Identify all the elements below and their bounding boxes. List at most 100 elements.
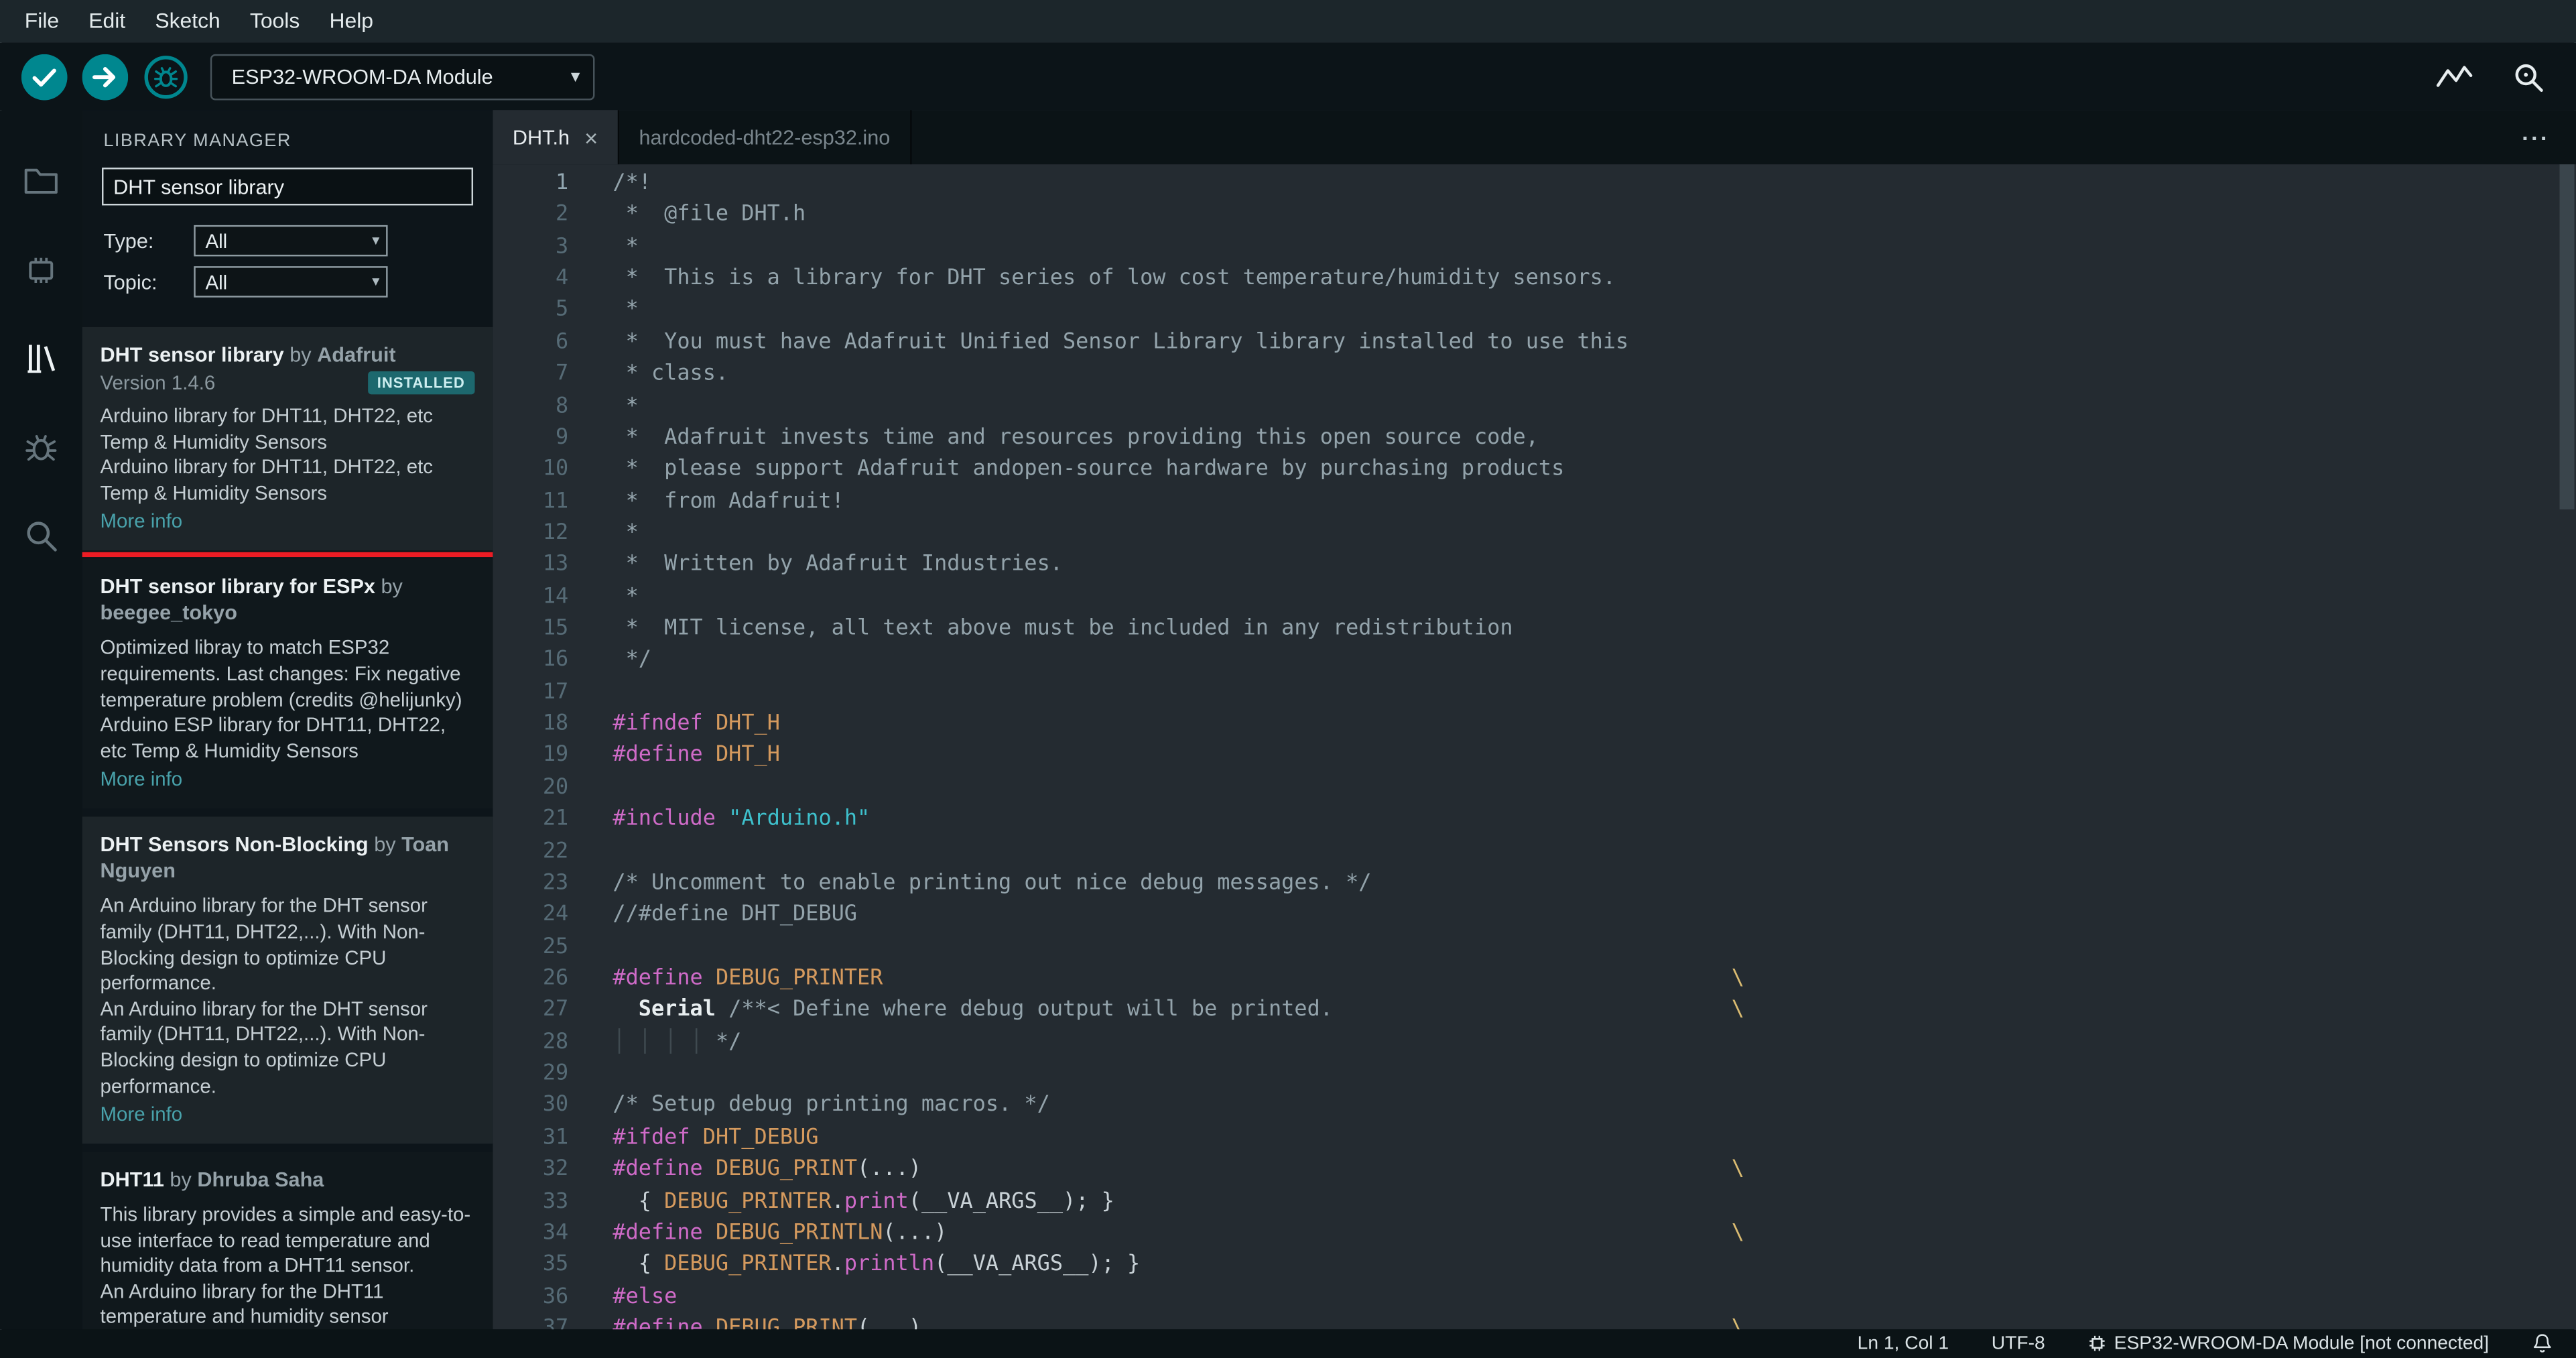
- description-line: An Arduino library for the DHT sensor fa…: [100, 997, 428, 1097]
- chevron-down-icon: ▾: [372, 272, 380, 290]
- library-name: DHT Sensors Non-Blocking: [100, 833, 369, 857]
- code-line: 14 *: [493, 581, 2576, 613]
- topic-select[interactable]: All ▾: [194, 266, 388, 298]
- panel-title: LIBRARY MANAGER: [103, 131, 292, 151]
- more-info-link[interactable]: More info: [101, 1103, 183, 1125]
- line-number: 35: [542, 1252, 569, 1278]
- library-item[interactable]: DHT11 by Dhruba Saha This library provide…: [82, 1152, 493, 1330]
- line-number: 12: [542, 521, 569, 546]
- notifications-bell-button[interactable]: [2532, 1333, 2553, 1355]
- code-line: 35 { DEBUG_PRINTER.println(__VA_ARGS__);…: [493, 1249, 2576, 1281]
- library-description: This library provides a simple and easy-…: [101, 1203, 475, 1330]
- library-search-input[interactable]: [101, 168, 474, 206]
- code-text: *: [613, 393, 639, 418]
- editor-tab[interactable]: DHT.h ×: [493, 110, 620, 165]
- scrollbar-thumb[interactable]: [2559, 164, 2575, 509]
- search-icon: [27, 521, 57, 552]
- sidebar-item-search[interactable]: [0, 491, 82, 580]
- close-icon[interactable]: ×: [584, 126, 598, 149]
- tab-overflow-button[interactable]: ···: [2496, 110, 2576, 164]
- activity-bar: [0, 110, 82, 1330]
- library-filters: Type: All ▾ Topic: All ▾: [103, 225, 473, 308]
- description-line: Optimized libray to match ESP32 requirem…: [100, 636, 462, 711]
- menu-item-sketch[interactable]: Sketch: [140, 0, 235, 43]
- code-text: │ │ │ │ */: [613, 1030, 742, 1055]
- library-item-title: DHT Sensors Non-Blocking by Toan Nguyen: [101, 832, 475, 884]
- app-window: File Edit Sketch Tools Help ESP32-WROOM-…: [0, 0, 2576, 1358]
- library-name: DHT11: [100, 1168, 164, 1192]
- more-info-link[interactable]: More info: [101, 510, 183, 533]
- type-select[interactable]: All ▾: [194, 225, 388, 257]
- library-item-title: DHT sensor library by Adafruit: [101, 342, 475, 368]
- library-item[interactable]: DHT Sensors Non-Blocking by Toan Nguyen A…: [82, 817, 493, 1144]
- description-line: Arduino ESP library for DHT11, DHT22, et…: [100, 713, 446, 762]
- line-number: 23: [542, 871, 569, 896]
- code-line: 34 #define DEBUG_PRINTLN(...) \: [493, 1217, 2576, 1249]
- more-info-link[interactable]: More info: [101, 768, 183, 791]
- code-line: 13 * Written by Adafruit Industries.: [493, 550, 2576, 581]
- editor-tab[interactable]: hardcoded-dht22-esp32.ino: [619, 110, 912, 165]
- line-number: 14: [542, 584, 569, 609]
- board-status[interactable]: ESP32-WROOM-DA Module [not connected]: [2087, 1334, 2489, 1354]
- line-number: 36: [542, 1284, 569, 1309]
- code-line: 4 * This is a library for DHT series of …: [493, 263, 2576, 294]
- menu-item-tools[interactable]: Tools: [235, 0, 315, 43]
- tab-label: DHT.h: [512, 125, 570, 149]
- code-text: /* Uncomment to enable printing out nice…: [613, 871, 1372, 896]
- upload-button[interactable]: [82, 53, 129, 100]
- line-number: 29: [542, 1061, 569, 1087]
- code-text: * Adafruit invests time and resources pr…: [613, 425, 1539, 450]
- sidebar-item-boards-manager[interactable]: [0, 225, 82, 314]
- debug-button[interactable]: [143, 54, 189, 100]
- menu-bar: File Edit Sketch Tools Help: [0, 0, 2576, 43]
- library-item[interactable]: DHT sensor library for ESPx by beegee_to…: [82, 559, 493, 809]
- sidebar-item-library-manager[interactable]: [0, 314, 82, 402]
- menu-item-file[interactable]: File: [10, 0, 74, 43]
- tab-list: DHT.h × hardcoded-dht22-esp32.ino: [493, 110, 912, 165]
- code-line: 10 * please support Adafruit andopen-sou…: [493, 454, 2576, 485]
- chevron-down-icon: ▾: [372, 231, 380, 249]
- verify-button[interactable]: [21, 53, 68, 100]
- cursor-position[interactable]: Ln 1, Col 1: [1858, 1334, 1949, 1353]
- by-label: by: [375, 575, 403, 599]
- code-text: { DEBUG_PRINTER.println(__VA_ARGS__); }: [613, 1252, 1141, 1278]
- line-number: 11: [542, 489, 569, 514]
- plot-line-icon: [2436, 65, 2473, 86]
- menu-item-edit[interactable]: Edit: [74, 0, 140, 43]
- line-number: 30: [542, 1093, 569, 1119]
- serial-monitor-button[interactable]: [2510, 58, 2547, 95]
- code-line: 32 #define DEBUG_PRINT(...) \: [493, 1154, 2576, 1185]
- code-line: 27 Serial /**< Define where debug output…: [493, 995, 2576, 1026]
- chip-icon: [29, 257, 54, 283]
- library-item[interactable]: DHT sensor library by Adafruit Version 1.…: [82, 326, 493, 558]
- installed-badge: INSTALLED: [367, 371, 475, 395]
- code-line: 19 #define DHT_H: [493, 740, 2576, 771]
- code-text: * please support Adafruit andopen-source…: [613, 457, 1565, 482]
- line-number: 27: [542, 997, 569, 1023]
- code-text: *: [613, 584, 639, 609]
- sidebar-item-sketchbook[interactable]: [0, 136, 82, 225]
- topic-label: Topic:: [103, 270, 157, 294]
- code-text: * Written by Adafruit Industries.: [613, 552, 1063, 578]
- status-bar: Ln 1, Col 1 UTF-8 ESP32-WROOM-DA Module …: [0, 1329, 2576, 1358]
- code-line: 3 *: [493, 231, 2576, 263]
- code-line: 1 /*!: [493, 168, 2576, 199]
- serial-plotter-button[interactable]: [2435, 58, 2474, 95]
- encoding-indicator[interactable]: UTF-8: [1992, 1334, 2045, 1353]
- line-number: 34: [542, 1221, 569, 1245]
- line-number: 20: [542, 775, 569, 800]
- line-number: 16: [542, 647, 569, 673]
- code-line: 6 * You must have Adafruit Unified Senso…: [493, 326, 2576, 358]
- code-text: * This is a library for DHT series of lo…: [613, 266, 1616, 292]
- line-number: 3: [556, 234, 569, 259]
- library-manager-panel: LIBRARY MANAGER Type: All ▾ Topic: All: [82, 110, 493, 1330]
- sidebar-item-debug[interactable]: [0, 403, 82, 491]
- bug-icon: [144, 54, 188, 99]
- editor-area: DHT.h × hardcoded-dht22-esp32.ino ··· 1 /*!…: [493, 110, 2576, 1330]
- code-line: 30 /* Setup debug printing macros. */: [493, 1090, 2576, 1121]
- board-selector-dropdown[interactable]: ESP32-WROOM-DA Module ▾: [210, 53, 595, 100]
- code-line: 12 *: [493, 517, 2576, 549]
- menu-item-help[interactable]: Help: [314, 0, 388, 43]
- code-line: 17: [493, 676, 2576, 708]
- code-editor[interactable]: 1/*! 2 * @file DHT.h 3 * 4 * This is a libr…: [493, 164, 2576, 1330]
